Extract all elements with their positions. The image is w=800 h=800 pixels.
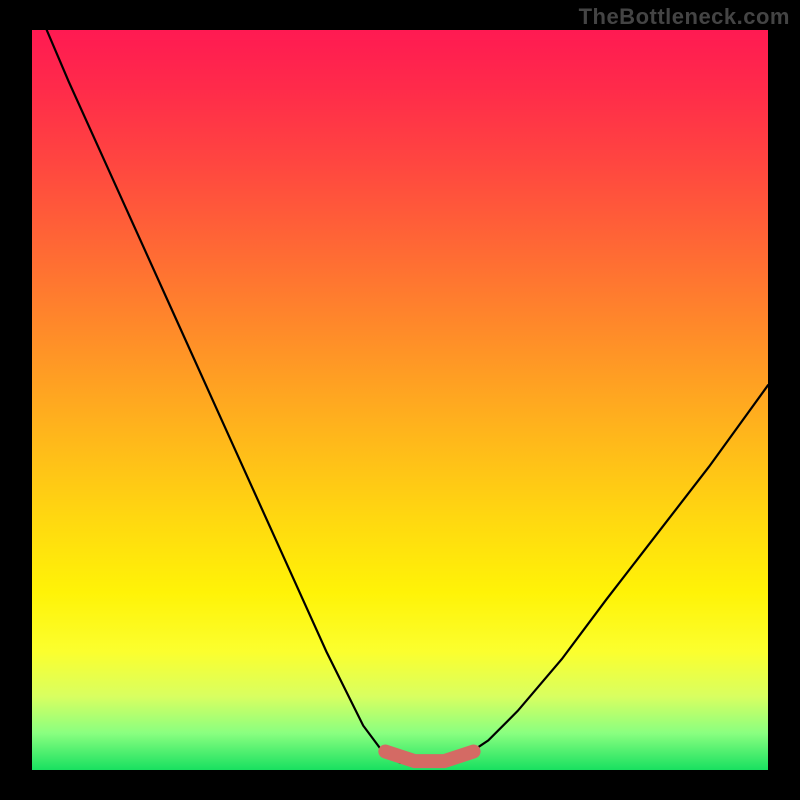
chart-svg [32,30,768,770]
watermark-text: TheBottleneck.com [579,4,790,30]
bottom-highlight-line [385,752,473,762]
plot-area [32,30,768,770]
bottleneck-curve-line [47,30,768,763]
chart-frame: TheBottleneck.com [0,0,800,800]
